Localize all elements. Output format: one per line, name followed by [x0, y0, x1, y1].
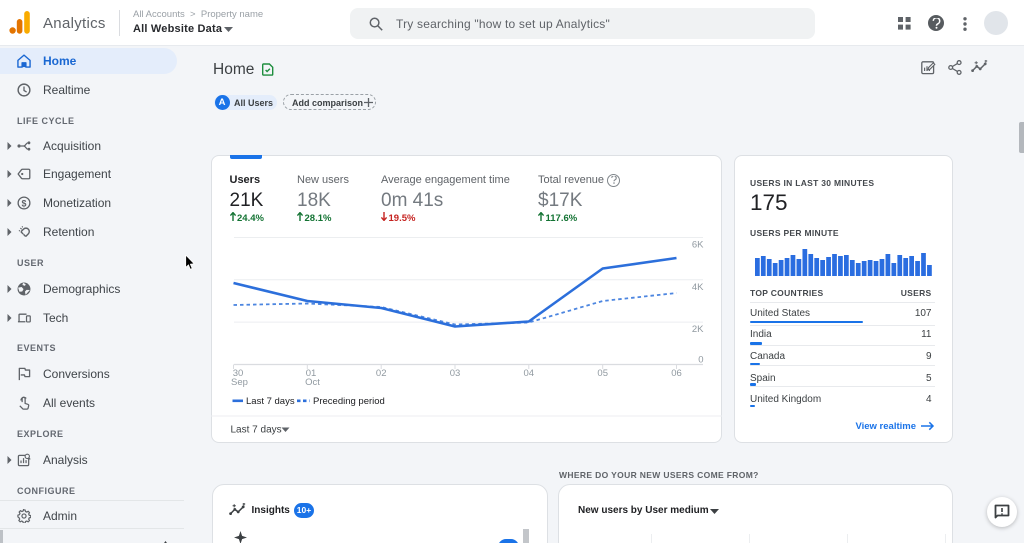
svg-text:03: 03: [450, 368, 461, 379]
svg-text:4K: 4K: [692, 282, 704, 293]
svg-text:Last 7 days: Last 7 days: [231, 425, 282, 436]
svg-text:Preceding period: Preceding period: [313, 396, 385, 407]
svg-text:Last 7 days: Last 7 days: [246, 396, 295, 407]
svg-text:2K: 2K: [692, 324, 704, 335]
svg-text:6K: 6K: [692, 240, 704, 251]
svg-text:04: 04: [524, 368, 535, 379]
svg-text:$: $: [21, 198, 26, 208]
svg-text:Sep: Sep: [231, 377, 248, 388]
svg-text:02: 02: [376, 368, 387, 379]
svg-text:Oct: Oct: [305, 377, 320, 388]
svg-text:06: 06: [671, 368, 682, 379]
svg-text:0: 0: [698, 355, 703, 366]
svg-text:05: 05: [597, 368, 608, 379]
